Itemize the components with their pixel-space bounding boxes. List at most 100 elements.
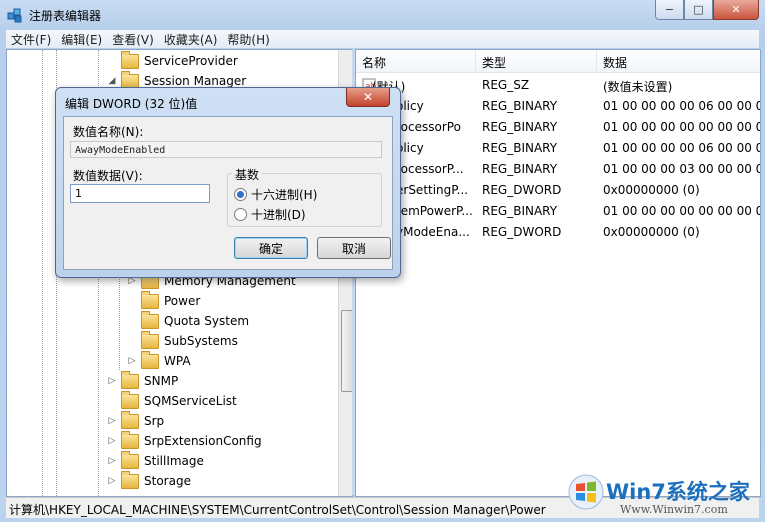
folder-icon — [141, 330, 159, 349]
column-header-type[interactable]: 类型 — [482, 54, 506, 71]
regedit-icon — [7, 8, 22, 23]
watermark: Win7系统之家 Www.Winwin7.com — [568, 470, 763, 520]
value-data-input[interactable]: 1 — [70, 184, 210, 203]
radio-unselected-icon[interactable] — [234, 208, 247, 221]
tree-item-label: Session Manager — [144, 74, 247, 88]
edit-dword-dialog: 编辑 DWORD (32 位)值 ✕ 数值名称(N): AwayModeEnab… — [55, 87, 401, 278]
tree-item-power[interactable]: Power — [127, 290, 201, 311]
dialog-title: 编辑 DWORD (32 位)值 — [65, 97, 198, 111]
list-header: 名称 类型 数据 — [356, 50, 760, 73]
value-name-field: AwayModeEnabled — [70, 141, 382, 158]
folder-icon — [121, 50, 139, 69]
tree-item-label: ServiceProvider — [144, 54, 238, 68]
watermark-brand: Win7系统之家 — [606, 480, 750, 504]
column-divider[interactable] — [596, 50, 597, 72]
tree-item-srpextensionconfig[interactable]: ▷ SrpExtensionConfig — [107, 430, 262, 451]
tree-item-label: SrpExtensionConfig — [144, 434, 262, 448]
radio-decimal[interactable]: 十进制(D) — [234, 206, 306, 223]
folder-icon — [121, 470, 139, 489]
radio-hexadecimal[interactable]: 十六进制(H) — [234, 186, 317, 203]
menu-view[interactable]: 查看(V) — [107, 31, 159, 48]
menu-help[interactable]: 帮助(H) — [222, 31, 274, 48]
menu-favorites[interactable]: 收藏夹(A) — [159, 31, 223, 48]
expander-icon[interactable]: ◢ — [107, 76, 117, 86]
dialog-body: 数值名称(N): AwayModeEnabled 数值数据(V): 1 基数 十… — [63, 116, 393, 270]
menu-edit[interactable]: 编辑(E) — [56, 31, 107, 48]
values-list-pane[interactable]: 名称 类型 数据 ab (默认) REG_SZ (数值未设置) olicy RE… — [355, 49, 761, 497]
windows-logo-icon — [568, 474, 604, 510]
radio-selected-icon[interactable] — [234, 188, 247, 201]
value-name: rocessorP... — [396, 162, 464, 176]
list-row[interactable]: ab (默认) REG_SZ (数值未设置) — [356, 75, 760, 96]
list-row[interactable]: olicy REG_BINARY 01 00 00 00 00 06 00 00… — [356, 138, 760, 159]
expander-icon[interactable]: ▷ — [107, 376, 117, 386]
tree-item-subsystems[interactable]: SubSystems — [127, 330, 238, 351]
value-data: 0x00000000 (0) — [603, 183, 700, 197]
list-row[interactable]: rocessorP... REG_BINARY 01 00 00 00 03 0… — [356, 159, 760, 180]
list-row[interactable]: olicy REG_BINARY 01 00 00 00 00 06 00 00… — [356, 96, 760, 117]
tree-item-label: SQMServiceList — [144, 394, 237, 408]
value-name: erSettingP... — [396, 183, 469, 197]
tree-item-sqmservicelist[interactable]: SQMServiceList — [107, 390, 237, 411]
value-type: REG_BINARY — [482, 120, 558, 134]
column-divider[interactable] — [475, 50, 476, 72]
watermark-url: Www.Winwin7.com — [620, 503, 728, 516]
minimize-button[interactable]: − — [655, 0, 684, 20]
tree-guide-line — [42, 50, 43, 496]
title-bar: 注册表编辑器 − □ ✕ — [0, 0, 765, 30]
tree-item-snmp[interactable]: ▷ SNMP — [107, 370, 178, 391]
list-row[interactable]: yModeEna... REG_DWORD 0x00000000 (0) — [356, 222, 760, 243]
value-type: REG_BINARY — [482, 162, 558, 176]
ok-button[interactable]: 确定 — [234, 237, 308, 259]
value-name-label: 数值名称(N): — [73, 125, 144, 139]
tree-item-srp[interactable]: ▷ Srp — [107, 410, 165, 431]
tree-item-stillimage[interactable]: ▷ StillImage — [107, 450, 204, 471]
expander-icon[interactable]: ▷ — [107, 456, 117, 466]
base-group-title: 基数 — [232, 166, 263, 183]
dialog-close-button[interactable]: ✕ — [346, 88, 390, 107]
column-header-name[interactable]: 名称 — [362, 54, 386, 71]
tree-item-serviceprovider[interactable]: ServiceProvider — [107, 50, 238, 71]
value-name: yModeEna... — [396, 225, 470, 239]
folder-icon — [121, 430, 139, 449]
value-name: rocessorPo — [396, 120, 461, 134]
folder-icon — [121, 410, 139, 429]
expander-icon[interactable]: ▷ — [127, 356, 137, 366]
folder-icon — [121, 450, 139, 469]
list-row[interactable]: temPowerP... REG_BINARY 01 00 00 00 00 0… — [356, 201, 760, 222]
value-type: REG_DWORD — [482, 225, 562, 239]
maximize-button[interactable]: □ — [684, 0, 713, 20]
tree-item-label: SubSystems — [164, 334, 238, 348]
menu-bar: 文件(F) 编辑(E) 查看(V) 收藏夹(A) 帮助(H) — [6, 30, 759, 48]
tree-item-label: Quota System — [164, 314, 250, 328]
value-data-label: 数值数据(V): — [73, 169, 143, 183]
tree-item-wpa[interactable]: ▷ WPA — [127, 350, 191, 371]
menu-file[interactable]: 文件(F) — [6, 31, 56, 48]
value-data: 01 00 00 00 00 06 00 00 00 03 — [603, 141, 760, 155]
status-path: 计算机\HKEY_LOCAL_MACHINE\SYSTEM\CurrentCon… — [9, 503, 546, 517]
tree-item-quota-system[interactable]: Quota System — [127, 310, 250, 331]
column-header-data[interactable]: 数据 — [603, 54, 627, 71]
radio-dec-label: 十进制(D) — [251, 208, 306, 222]
close-button[interactable]: ✕ — [713, 0, 759, 20]
radio-hex-label: 十六进制(H) — [251, 188, 318, 202]
tree-item-label: StillImage — [144, 454, 204, 468]
folder-icon — [121, 390, 139, 409]
tree-item-label: WPA — [164, 354, 191, 368]
value-type: REG_SZ — [482, 78, 530, 92]
expander-icon[interactable]: ▷ — [107, 436, 117, 446]
value-name: temPowerP... — [396, 204, 473, 218]
value-type: REG_BINARY — [482, 141, 558, 155]
cancel-button[interactable]: 取消 — [317, 237, 391, 259]
value-type: REG_BINARY — [482, 204, 558, 218]
folder-icon — [121, 370, 139, 389]
value-data: 01 00 00 00 00 00 00 00 00 00 — [603, 120, 760, 134]
value-data: 0x00000000 (0) — [603, 225, 700, 239]
tree-item-label: Srp — [144, 414, 165, 428]
tree-item-storage[interactable]: ▷ Storage — [107, 470, 191, 491]
expander-icon[interactable]: ▷ — [107, 416, 117, 426]
list-row[interactable]: erSettingP... REG_DWORD 0x00000000 (0) — [356, 180, 760, 201]
list-row[interactable]: rocessorPo REG_BINARY 01 00 00 00 00 00 … — [356, 117, 760, 138]
folder-icon — [141, 350, 159, 369]
expander-icon[interactable]: ▷ — [107, 476, 117, 486]
